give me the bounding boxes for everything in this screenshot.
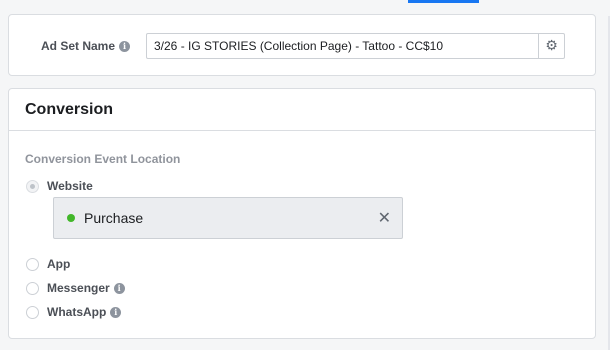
radio-option-app[interactable]: App — [26, 257, 70, 271]
radio-label-whatsapp: WhatsApp — [47, 305, 107, 319]
status-dot-icon — [67, 214, 75, 222]
conversion-header: Conversion — [9, 89, 595, 131]
conversion-card: Conversion Conversion Event Location Web… — [8, 88, 596, 339]
ad-set-name-label-text: Ad Set Name — [41, 39, 116, 53]
conversion-event-selector[interactable]: Purchase ✕ — [53, 197, 403, 239]
radio-option-whatsapp[interactable]: WhatsApp i — [26, 305, 122, 319]
info-icon[interactable]: i — [119, 40, 131, 52]
ad-set-name-input[interactable]: 3/26 - IG STORIES (Collection Page) - Ta… — [146, 33, 565, 59]
radio-label-app: App — [47, 257, 71, 271]
close-icon[interactable]: ✕ — [378, 210, 391, 226]
conversion-title: Conversion — [25, 100, 114, 118]
radio-button-whatsapp[interactable] — [26, 305, 39, 319]
ad-set-name-value[interactable]: 3/26 - IG STORIES (Collection Page) - Ta… — [147, 39, 538, 53]
radio-button-messenger[interactable] — [26, 281, 39, 295]
conversion-event-location-label: Conversion Event Location — [25, 152, 181, 166]
radio-option-website[interactable]: Website — [26, 179, 93, 193]
gear-icon[interactable]: ⚙ — [538, 34, 564, 58]
conversion-event-label: Purchase — [84, 210, 144, 226]
radio-button-app[interactable] — [26, 257, 39, 271]
radio-label-messenger: Messenger — [47, 281, 110, 295]
radio-button-website[interactable] — [26, 179, 39, 193]
ad-set-name-card: Ad Set Name i 3/26 - IG STORIES (Collect… — [8, 14, 596, 76]
info-icon[interactable]: i — [110, 306, 122, 318]
ad-set-name-label: Ad Set Name i — [41, 39, 131, 53]
info-icon[interactable]: i — [113, 282, 125, 294]
radio-label-website: Website — [47, 179, 93, 193]
active-tab-indicator — [408, 0, 479, 3]
radio-option-messenger[interactable]: Messenger i — [26, 281, 125, 295]
